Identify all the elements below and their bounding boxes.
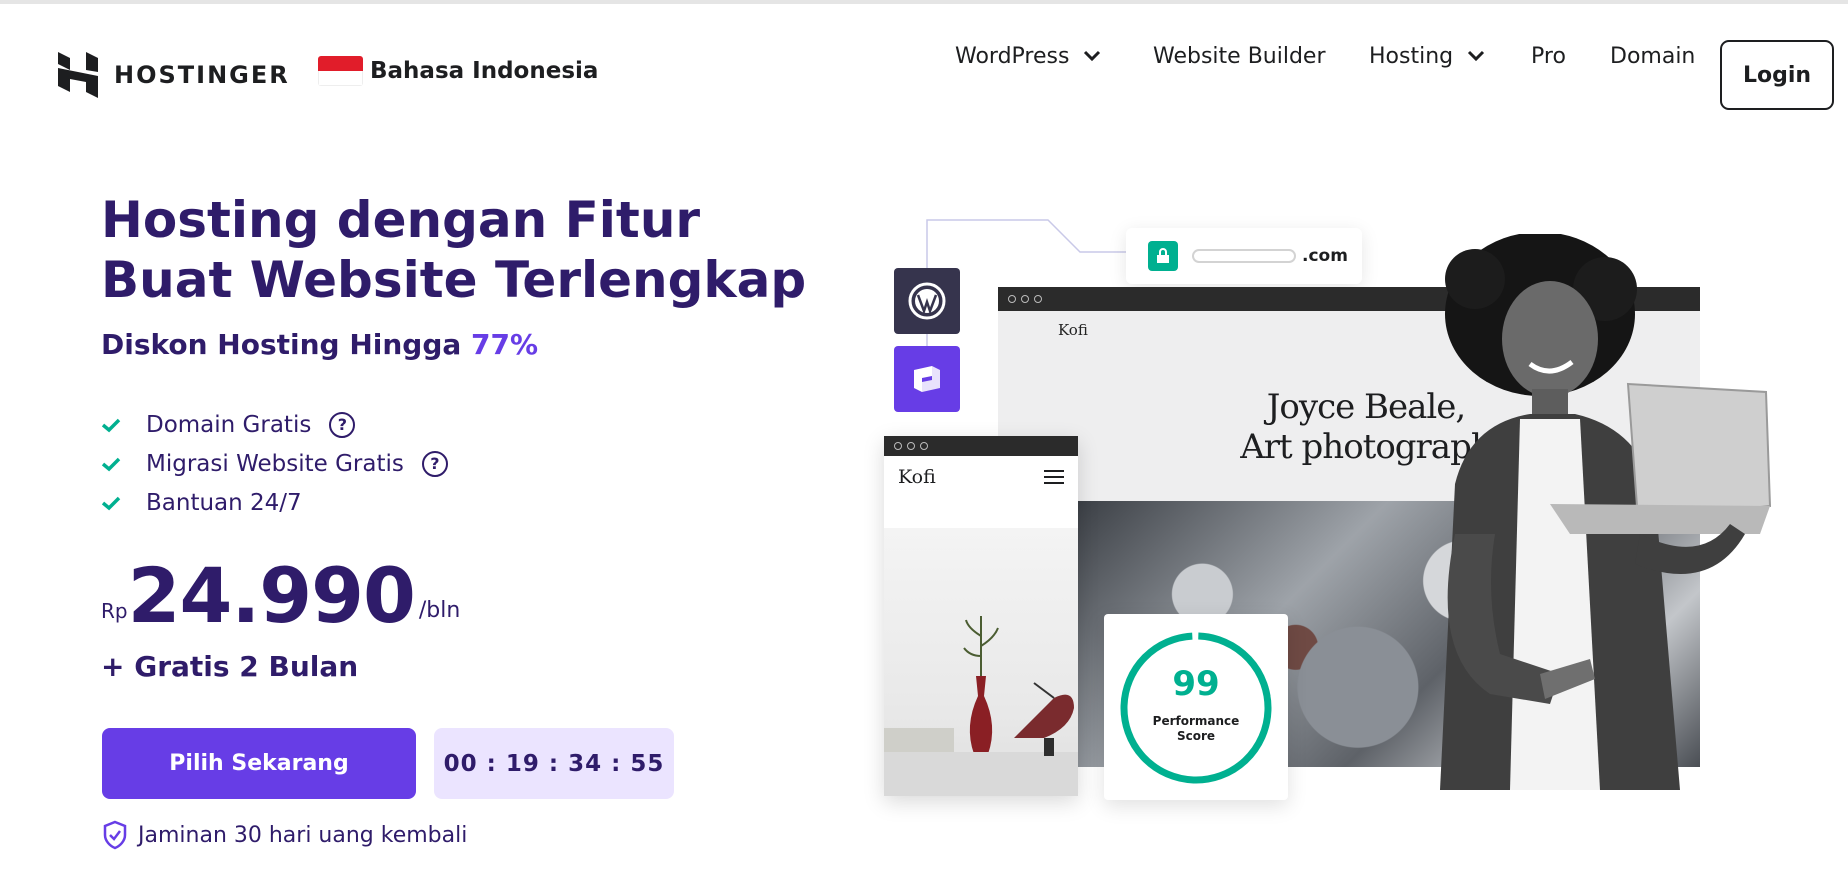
feature-label: Domain Gratis [146,411,312,438]
choose-now-button[interactable]: Pilih Sekarang [102,728,416,799]
discount-subline: Diskon Hosting Hingga 77% [101,328,538,361]
nav-item-label: WordPress [955,43,1070,69]
desktop-brand: Kofi [1058,321,1088,339]
nav-item-label: Hosting [1369,43,1454,69]
url-bar: .com [1126,228,1362,284]
nav-item-pro[interactable]: Pro [1531,44,1566,69]
score-ring [1120,632,1272,784]
guarantee-text: Jaminan 30 hari uang kembali [138,822,468,848]
feature-list: Domain Gratis ? Migrasi Website Gratis ?… [101,405,448,522]
site-header: HOSTINGER Bahasa Indonesia WordPress Web… [0,4,1848,138]
hamburger-menu-icon [1044,470,1064,488]
bonus-text: + Gratis 2 Bulan [101,650,359,683]
woman-with-laptop-image [1440,234,1772,790]
list-item: Migrasi Website Gratis ? [101,444,448,483]
language-selector[interactable]: Bahasa Indonesia [318,56,598,86]
check-icon [101,496,121,510]
chevron-down-icon [1468,50,1485,62]
list-item: Bantuan 24/7 [101,483,448,522]
lock-icon [1148,241,1178,271]
money-back-guarantee: Jaminan 30 hari uang kembali [102,820,467,850]
nav-item-label: Pro [1531,43,1566,69]
hostinger-logo[interactable]: HOSTINGER [58,52,290,98]
login-button[interactable]: Login [1720,40,1834,110]
discount-percent: 77% [471,328,539,361]
help-icon[interactable]: ? [329,411,356,438]
check-icon [101,457,121,471]
performance-score-card: 99 Performance Score [1104,614,1288,800]
list-item: Domain Gratis ? [101,405,448,444]
check-icon [101,418,121,432]
hero-illustration: .com Kofi Joyce Beale, Art photograph Ko… [880,210,1800,810]
hero-headline: Hosting dengan Fitur Buat Website Terlen… [101,190,861,310]
url-tld: .com [1302,246,1348,266]
nav-item-label: Domain [1610,43,1696,69]
feature-label: Migrasi Website Gratis [146,450,404,477]
phone-brand: Kofi [898,466,936,488]
subline-text: Diskon Hosting Hingga [101,328,462,361]
feature-label: Bantuan 24/7 [146,489,302,516]
performance-score-value: 99 [1172,664,1220,704]
hostinger-logo-icon [58,52,98,98]
headline-line-2: Buat Website Terlengkap [101,251,807,309]
shield-check-icon [103,820,127,850]
performance-label-line-2: Score [1176,729,1216,743]
mobile-mockup: Kofi [884,436,1078,796]
countdown-timer: 00 : 19 : 34 : 55 [434,728,674,799]
chevron-down-icon [1084,50,1101,62]
price-display: Rp 24.990 /bln [101,555,460,637]
nav-item-hosting[interactable]: Hosting [1369,44,1485,69]
nav-item-wordpress[interactable]: WordPress [955,44,1101,69]
headline-line-1: Hosting dengan Fitur [101,191,701,249]
url-placeholder [1192,249,1296,263]
language-label: Bahasa Indonesia [370,58,599,84]
price-currency: Rp [101,599,128,623]
vase-image [963,616,999,754]
performance-label-line-1: Performance [1152,714,1240,728]
nav-item-website-builder[interactable]: Website Builder [1153,44,1326,69]
nav-item-label: Website Builder [1153,43,1326,69]
price-period: /bln [418,598,461,623]
bird-figurine-image [1014,682,1074,756]
website-builder-icon [894,346,960,412]
phone-window-bar [884,436,1078,456]
wordpress-icon [894,268,960,334]
help-icon[interactable]: ? [421,450,448,477]
price-amount: 24.990 [127,551,416,640]
vase-photo [884,528,1078,796]
nav-item-domain[interactable]: Domain [1610,44,1695,69]
performance-score-label: Performance Score [1104,714,1288,744]
indonesia-flag-icon [318,56,363,86]
brand-name: HOSTINGER [114,61,290,89]
